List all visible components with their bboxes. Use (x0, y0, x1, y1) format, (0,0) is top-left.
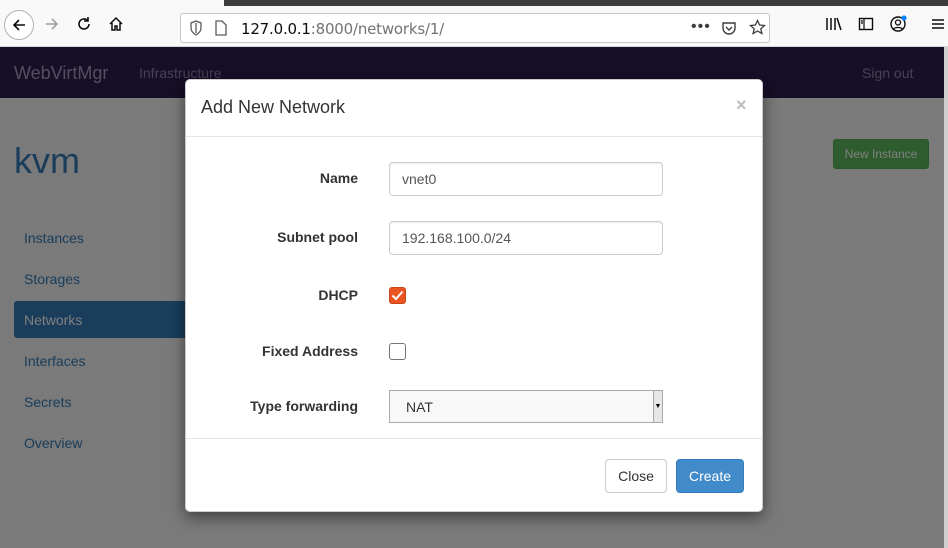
fixed-address-checkbox[interactable] (389, 343, 406, 360)
modal-title: Add New Network (201, 97, 346, 117)
sidebar-icon[interactable] (854, 12, 878, 36)
menu-icon[interactable] (926, 12, 948, 36)
subnet-pool-label: Subnet pool (277, 229, 358, 245)
subnet-pool-input[interactable]: 192.168.100.0/24 (389, 221, 663, 255)
type-forwarding-value: NAT (406, 398, 433, 415)
type-forwarding-label: Type forwarding (250, 398, 358, 414)
dhcp-checkbox[interactable] (389, 287, 406, 304)
account-icon[interactable] (886, 12, 910, 36)
close-icon[interactable]: × (736, 95, 747, 116)
back-arrow-icon[interactable] (4, 10, 34, 40)
tab-strip (224, 0, 948, 6)
type-forwarding-select[interactable]: NAT ▼ (389, 390, 663, 423)
forward-arrow-icon[interactable] (40, 12, 64, 36)
shield-icon[interactable] (189, 20, 203, 41)
name-input[interactable]: vnet0 (389, 162, 663, 196)
modal-footer: Close Create (186, 438, 762, 513)
star-icon[interactable] (748, 18, 767, 41)
dhcp-label: DHCP (318, 287, 358, 303)
add-network-dialog: Add New Network × Name vnet0 Subnet pool… (185, 79, 763, 512)
reload-icon[interactable] (72, 12, 96, 36)
home-icon[interactable] (104, 12, 128, 36)
browser-toolbar: 127.0.0.1:8000/networks/1/ ••• (0, 0, 948, 47)
library-icon[interactable] (822, 12, 846, 36)
url-host: 127.0.0.1 (241, 20, 311, 38)
url-text[interactable]: 127.0.0.1:8000/networks/1/ (241, 20, 444, 38)
scrollbar[interactable] (944, 47, 948, 548)
url-path: :8000/networks/1/ (310, 20, 445, 38)
modal-header: Add New Network × (186, 80, 762, 137)
checkmark-icon (391, 290, 404, 301)
close-button[interactable]: Close (605, 459, 667, 493)
fixed-address-label: Fixed Address (262, 343, 358, 359)
page-icon[interactable] (215, 20, 227, 41)
create-button[interactable]: Create (676, 459, 744, 493)
pocket-icon[interactable] (721, 20, 737, 41)
url-bar[interactable]: 127.0.0.1:8000/networks/1/ ••• (180, 13, 770, 43)
more-icon[interactable]: ••• (691, 18, 711, 36)
chevron-down-icon[interactable]: ▼ (653, 391, 662, 422)
name-label: Name (319, 170, 358, 186)
